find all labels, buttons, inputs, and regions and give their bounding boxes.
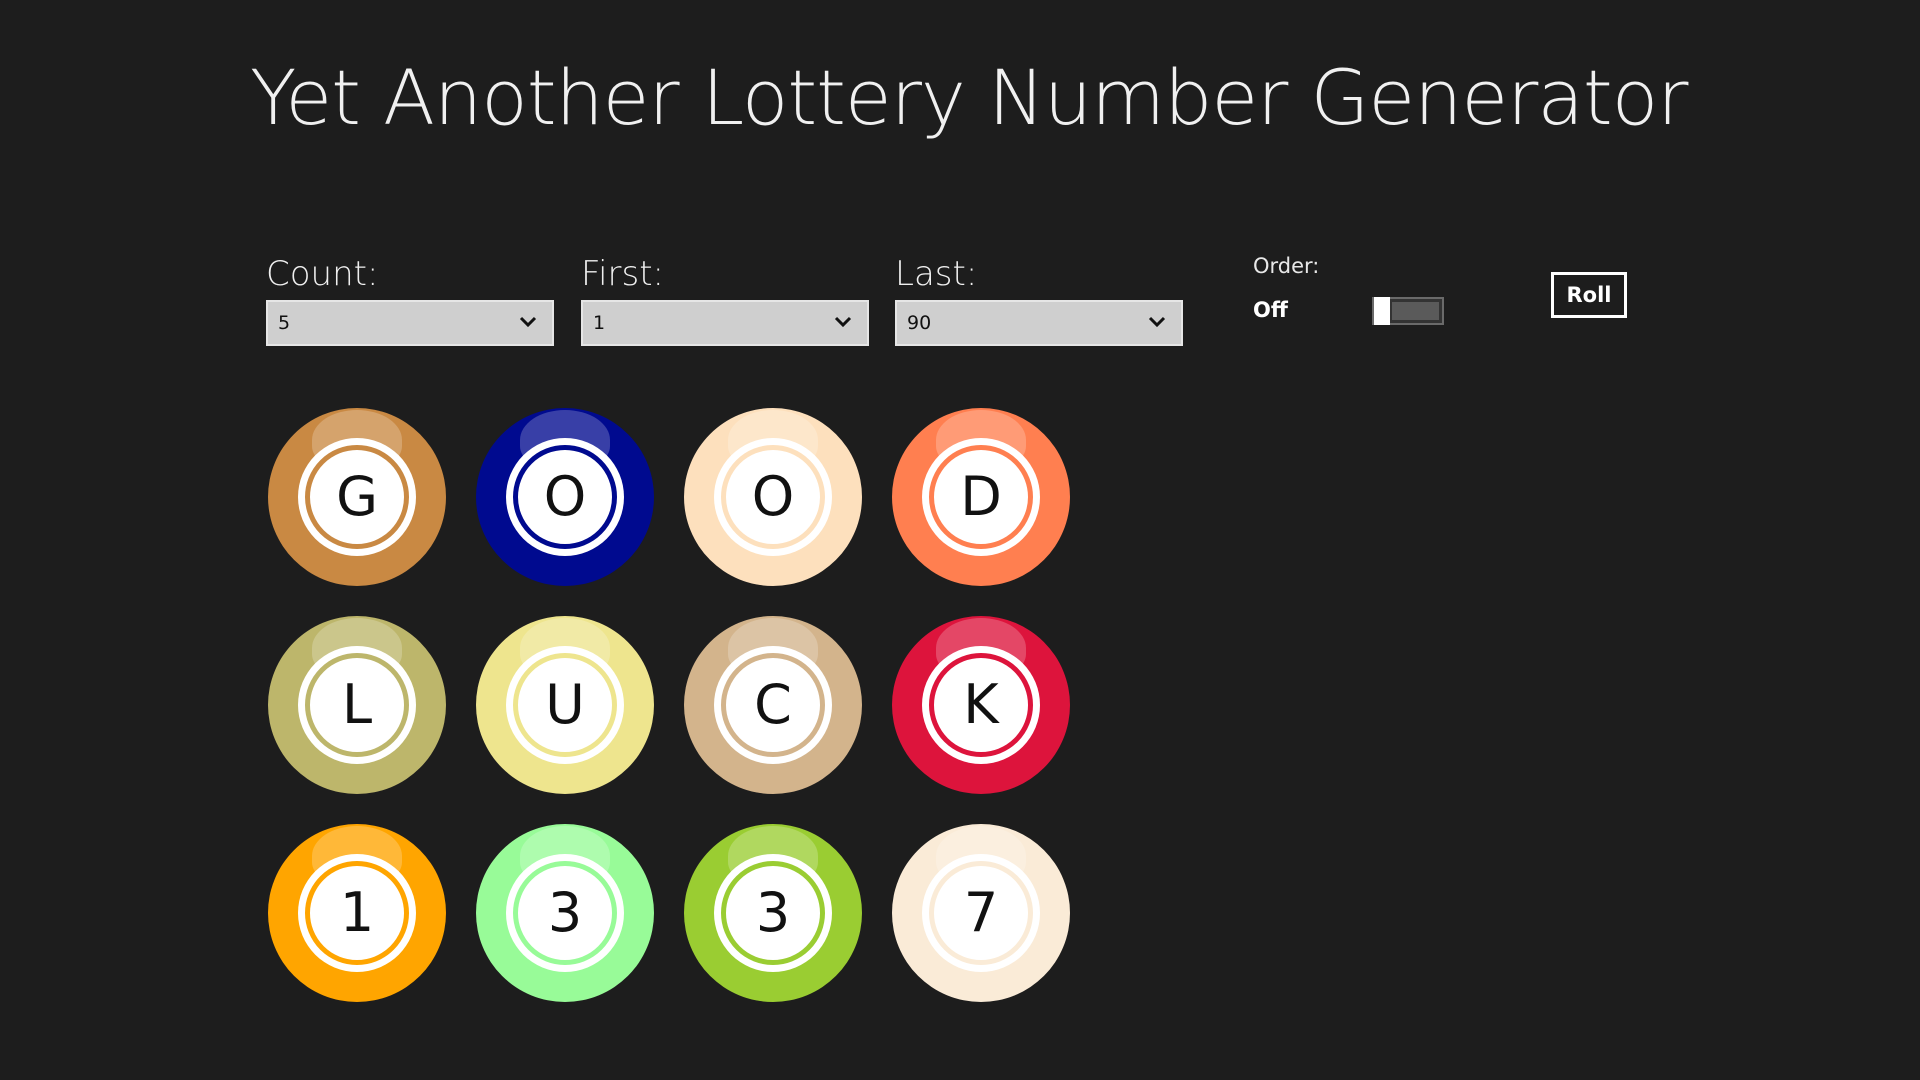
ball-ring: 3	[506, 854, 624, 972]
first-select[interactable]: 1	[581, 300, 869, 346]
count-field: Count: 5	[266, 252, 554, 346]
ball-ring: G	[298, 438, 416, 556]
ball-glyph: 1	[339, 881, 375, 944]
page-title: Yet Another Lottery Number Generator	[250, 53, 1688, 142]
ball-ring: O	[714, 438, 832, 556]
order-state: Off	[1253, 298, 1288, 322]
count-label: Count:	[266, 254, 379, 294]
ball-ring: K	[922, 646, 1040, 764]
count-value: 5	[278, 312, 291, 334]
ball-ring: O	[506, 438, 624, 556]
roll-button[interactable]: Roll	[1551, 272, 1627, 318]
ball-glyph: L	[341, 673, 373, 736]
app-window: Yet Another Lottery Number Generator Cou…	[0, 0, 1920, 1080]
ball-ring: 1	[298, 854, 416, 972]
last-field: Last: 90	[895, 252, 1183, 346]
chevron-down-icon	[834, 316, 852, 328]
order-label: Order:	[1253, 254, 1320, 278]
toggle-track	[1392, 302, 1439, 320]
lottery-ball: 3	[476, 824, 654, 1002]
last-value: 90	[907, 312, 932, 334]
ball-glyph: U	[545, 673, 585, 736]
lottery-ball: D	[892, 408, 1070, 586]
ball-ring: L	[298, 646, 416, 764]
order-toggle[interactable]	[1372, 297, 1444, 325]
ball-glyph: G	[336, 465, 378, 528]
first-value: 1	[593, 312, 606, 334]
ball-ring: U	[506, 646, 624, 764]
first-field: First: 1	[581, 252, 869, 346]
lottery-ball: C	[684, 616, 862, 794]
lottery-ball: 7	[892, 824, 1070, 1002]
ball-glyph: O	[543, 465, 587, 528]
lottery-ball: 3	[684, 824, 862, 1002]
toggle-thumb[interactable]	[1374, 297, 1390, 325]
first-label: First:	[581, 254, 665, 294]
lottery-ball: U	[476, 616, 654, 794]
ball-ring: 7	[922, 854, 1040, 972]
ball-glyph: C	[754, 673, 792, 736]
ball-ring: 3	[714, 854, 832, 972]
count-select[interactable]: 5	[266, 300, 554, 346]
chevron-down-icon	[519, 316, 537, 328]
ball-glyph: 7	[963, 881, 999, 944]
lottery-ball: K	[892, 616, 1070, 794]
chevron-down-icon	[1148, 316, 1166, 328]
lottery-ball: 1	[268, 824, 446, 1002]
ball-glyph: K	[963, 673, 999, 736]
ball-glyph: 3	[755, 881, 791, 944]
ball-glyph: O	[751, 465, 795, 528]
lottery-ball: O	[476, 408, 654, 586]
ball-glyph: D	[960, 465, 1002, 528]
ball-ring: D	[922, 438, 1040, 556]
lottery-ball: L	[268, 616, 446, 794]
ball-glyph: 3	[547, 881, 583, 944]
last-label: Last:	[895, 254, 978, 294]
last-select[interactable]: 90	[895, 300, 1183, 346]
ball-ring: C	[714, 646, 832, 764]
lottery-ball: G	[268, 408, 446, 586]
lottery-ball: O	[684, 408, 862, 586]
